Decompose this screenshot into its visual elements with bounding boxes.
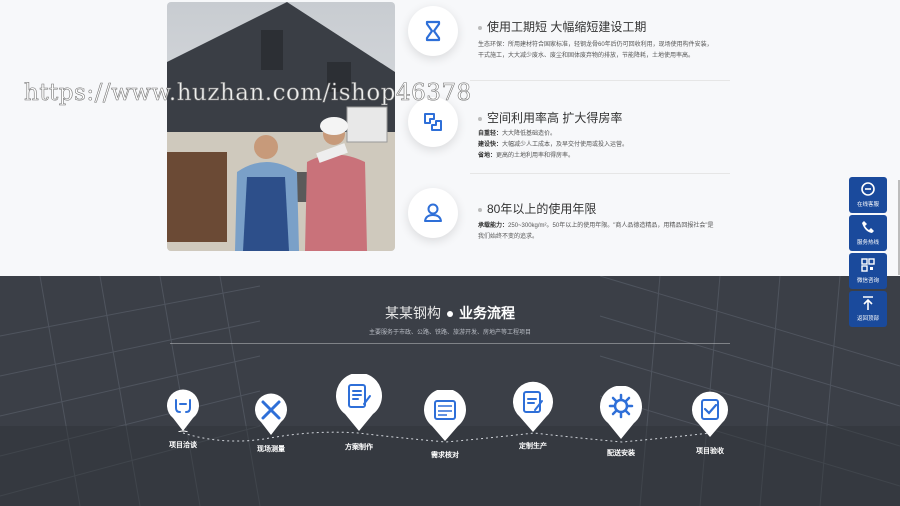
clipboard-check-icon (690, 390, 730, 438)
arrow-up-icon (863, 296, 873, 310)
handshake-icon (165, 388, 201, 432)
feature-title: 使用工期短 大幅缩短建设工期 (478, 18, 646, 35)
feature-description: 自重轻：大大降低基础造价。 建设快：大幅减少人工成本，及早交付使用或投入运营。 … (478, 129, 718, 162)
back-to-top-button[interactable]: 返回顶部 (849, 291, 887, 327)
feature-line: 自重轻：大大降低基础造价。 (478, 131, 557, 137)
feature-title: 空间利用率高 扩大得房率 (478, 109, 622, 126)
process-step-7: 项目验收 (675, 390, 745, 456)
process-step-4: 需求核对 (410, 390, 480, 460)
chat-icon (861, 182, 875, 196)
step-label: 定制生产 (519, 443, 547, 450)
construction-workers-photo (167, 2, 395, 251)
online-service-label: 在线客服 (856, 202, 879, 208)
floating-contact-bar: 在线客服 服务热线 微信咨询 返回顶部 (849, 177, 887, 329)
wechat-consult-label: 微信咨询 (856, 278, 879, 284)
feature-line: 承载能力：250~300kg/m²。50年以上的使用年限。"商人品德造精品，用精… (478, 223, 714, 240)
online-service-button[interactable]: 在线客服 (849, 177, 887, 213)
step-label: 方案制作 (345, 444, 373, 451)
divider (470, 80, 730, 81)
process-step-6: 配送安装 (586, 386, 656, 458)
feature-title: 80年以上的使用年限 (478, 200, 596, 217)
process-step-2: 现场测量 (236, 392, 306, 454)
feature-description: 承载能力：250~300kg/m²。50年以上的使用年限。"商人品德造精品，用精… (478, 221, 718, 243)
watermark-text: https://www.huzhan.com/ishop46378 (24, 80, 472, 107)
document-edit-icon (334, 374, 384, 432)
step-label: 项目洽谈 (169, 442, 197, 449)
process-step-3: 方案制作 (324, 374, 394, 452)
feature-line: 建设快：大幅减少人工成本，及早交付使用或投入运营。 (478, 142, 629, 148)
back-to-top-label: 返回顶部 (856, 316, 879, 322)
qrcode-icon (861, 258, 875, 272)
wechat-consult-button[interactable]: 微信咨询 (849, 253, 887, 289)
feature-line: 省地：更高的土地利用率和得房率。 (478, 153, 575, 159)
phone-icon (862, 221, 874, 233)
service-hotline-button[interactable]: 服务热线 (849, 215, 887, 251)
step-label: 现场测量 (257, 446, 285, 453)
gear-icon (598, 386, 644, 440)
service-hotline-label: 服务热线 (856, 240, 879, 246)
user-icon (408, 188, 458, 238)
features-section: 使用工期短 大幅缩短建设工期 生态环保：所用建材符合国家标准，轻钢龙骨60年后仍… (0, 0, 900, 276)
business-process-section: 某某钢构 业务流程 主要服务于市政、公路、铁路、旅游开发、房地产等工程项目 项目洽… (0, 276, 900, 506)
feature-line: 生态环保：所用建材符合国家标准，轻钢龙骨60年后仍可回收利用，现场使用构件安装，… (478, 42, 713, 59)
step-label: 需求核对 (431, 452, 459, 459)
process-step-5: 定制生产 (498, 381, 568, 451)
hourglass-icon (408, 6, 458, 56)
ruler-pencil-icon (253, 392, 289, 436)
checklist-icon (422, 390, 468, 442)
divider (470, 173, 730, 174)
feature-description: 生态环保：所用建材符合国家标准，轻钢龙骨60年后仍可回收利用，现场使用构件安装，… (478, 40, 718, 62)
clipboard-edit-icon (511, 381, 555, 433)
step-label: 配送安装 (607, 450, 635, 457)
process-step-1: 项目洽谈 (148, 388, 218, 450)
step-label: 项目验收 (696, 448, 724, 455)
